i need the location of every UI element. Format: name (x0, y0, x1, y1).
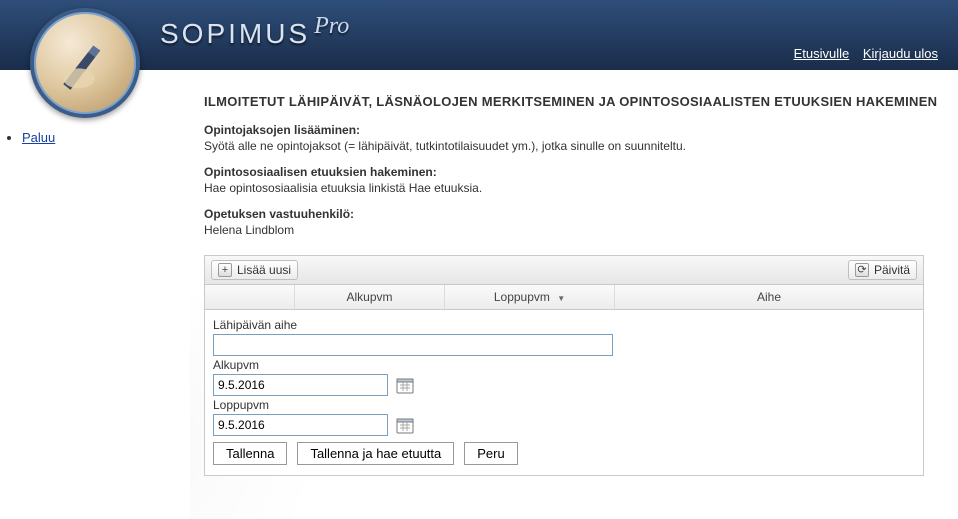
sec3-text: Helena Lindblom (204, 223, 944, 237)
sidebar: Paluu (0, 70, 190, 519)
pen-hand-icon (49, 27, 120, 98)
page-title: ILMOITETUT LÄHIPÄIVÄT, LÄSNÄOLOJEN MERKI… (204, 94, 944, 109)
col-start-label: Alkupvm (346, 290, 392, 304)
add-new-label: Lisää uusi (237, 263, 291, 277)
col-spacer (205, 285, 295, 309)
sec2-label: Opintososiaalisen etuuksien hakeminen: (204, 165, 944, 179)
top-links: Etusivulle Kirjaudu ulos (784, 46, 938, 61)
button-row: Tallenna Tallenna ja hae etuutta Peru (213, 442, 915, 465)
refresh-label: Päivitä (874, 263, 910, 277)
add-new-button[interactable]: + Lisää uusi (211, 260, 298, 280)
calendar-icon[interactable] (396, 416, 414, 434)
home-link[interactable]: Etusivulle (794, 46, 850, 61)
grid-header: Alkupvm Loppupvm ▼ Aihe (205, 285, 923, 310)
end-date-input[interactable] (213, 414, 388, 436)
layout: Paluu ILMOITETUT LÄHIPÄIVÄT, LÄSNÄOLOJEN… (0, 70, 958, 519)
sec3-label: Opetuksen vastuuhenkilö: (204, 207, 944, 221)
refresh-icon: ⟳ (855, 263, 869, 277)
calendar-icon[interactable] (396, 376, 414, 394)
cancel-button[interactable]: Peru (464, 442, 517, 465)
sidebar-item-back: Paluu (22, 130, 182, 145)
brand-name: SOPIMUS (160, 18, 310, 49)
brand-suffix: Pro (314, 13, 349, 39)
plus-icon: + (218, 263, 232, 277)
sec2-text: Hae opintososiaalisia etuuksia linkistä … (204, 181, 944, 195)
col-start[interactable]: Alkupvm (295, 285, 445, 309)
grid-body: Lähipäivän aihe Alkupvm Loppupvm (205, 310, 923, 475)
end-label: Loppupvm (213, 398, 915, 412)
save-apply-button[interactable]: Tallenna ja hae etuutta (297, 442, 454, 465)
logo (30, 8, 140, 118)
grid-toolbar: + Lisää uusi ⟳ Päivitä (205, 256, 923, 285)
top-banner: SOPIMUSPro Etusivulle Kirjaudu ulos (0, 0, 958, 70)
main: ILMOITETUT LÄHIPÄIVÄT, LÄSNÄOLOJEN MERKI… (190, 70, 958, 519)
brand: SOPIMUSPro (160, 18, 345, 50)
grid-panel: + Lisää uusi ⟳ Päivitä Alkupvm Loppupvm … (204, 255, 924, 476)
sort-desc-icon: ▼ (557, 294, 565, 303)
col-end[interactable]: Loppupvm ▼ (445, 285, 615, 309)
topic-label: Lähipäivän aihe (213, 318, 915, 332)
start-label: Alkupvm (213, 358, 915, 372)
back-link[interactable]: Paluu (22, 130, 55, 145)
col-topic[interactable]: Aihe (615, 285, 923, 309)
sec1-label: Opintojaksojen lisääminen: (204, 123, 944, 137)
start-date-input[interactable] (213, 374, 388, 396)
save-button[interactable]: Tallenna (213, 442, 287, 465)
col-topic-label: Aihe (757, 290, 781, 304)
col-end-label: Loppupvm (494, 290, 550, 304)
sec1-text: Syötä alle ne opintojaksot (= lähipäivät… (204, 139, 944, 153)
refresh-button[interactable]: ⟳ Päivitä (848, 260, 917, 280)
topic-input[interactable] (213, 334, 613, 356)
logout-link[interactable]: Kirjaudu ulos (863, 46, 938, 61)
